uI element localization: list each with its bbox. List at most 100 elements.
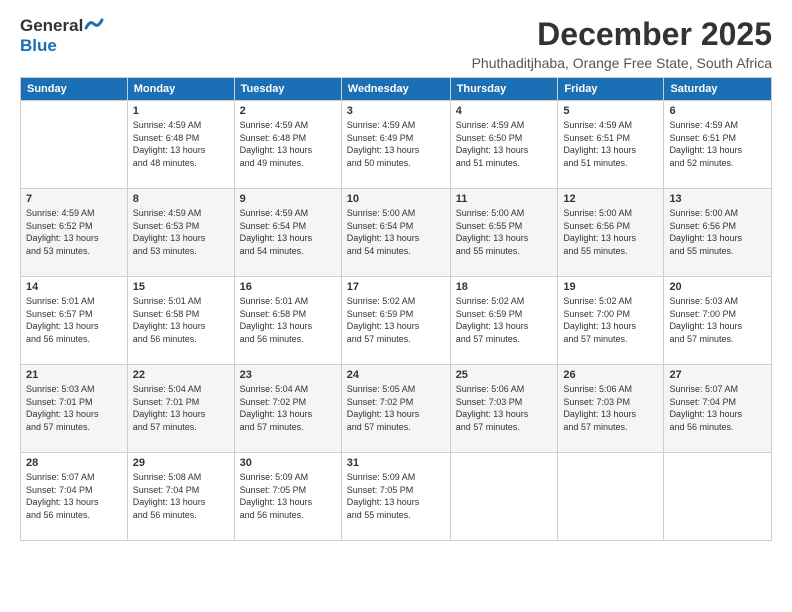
cell-content: Sunrise: 5:00 AMSunset: 6:55 PMDaylight:…	[456, 207, 553, 257]
day-number: 4	[456, 105, 553, 117]
cell-content: Sunrise: 5:07 AMSunset: 7:04 PMDaylight:…	[669, 383, 766, 433]
table-row: 21Sunrise: 5:03 AMSunset: 7:01 PMDayligh…	[21, 365, 128, 453]
table-row: 16Sunrise: 5:01 AMSunset: 6:58 PMDayligh…	[234, 277, 341, 365]
cell-content: Sunrise: 5:04 AMSunset: 7:02 PMDaylight:…	[240, 383, 336, 433]
day-number: 5	[563, 105, 658, 117]
cell-content: Sunrise: 5:03 AMSunset: 7:01 PMDaylight:…	[26, 383, 122, 433]
day-number: 13	[669, 193, 766, 205]
table-row: 17 Sunrise: 5:02 AMSunset: 6:59 PMDayligh…	[341, 277, 450, 365]
cell-content: Sunrise: 5:02 AMSunset: 6:59 PMDaylight:…	[456, 295, 553, 345]
day-number: 12	[563, 193, 658, 205]
table-row: 6 Sunrise: 4:59 AMSunset: 6:51 PMDaylight…	[664, 101, 772, 189]
day-number: 30	[240, 457, 336, 469]
day-number: 6	[669, 105, 766, 117]
cell-content: Sunrise: 5:09 AMSunset: 7:05 PMDaylight:…	[347, 471, 445, 521]
table-row: 20Sunrise: 5:03 AMSunset: 7:00 PMDayligh…	[664, 277, 772, 365]
cell-content: Sunrise: 5:08 AMSunset: 7:04 PMDaylight:…	[133, 471, 229, 521]
table-row: 13 Sunrise: 5:00 AMSunset: 6:56 PMDayligh…	[664, 189, 772, 277]
day-number: 7	[26, 193, 122, 205]
cell-content: Sunrise: 4:59 AMSunset: 6:54 PMDaylight:…	[240, 207, 336, 257]
col-sunday: Sunday	[21, 78, 128, 101]
cell-content: Sunrise: 4:59 AMSunset: 6:51 PMDaylight:…	[669, 119, 766, 169]
day-number: 16	[240, 281, 336, 293]
title-section: December 2025 Phuthaditjhaba, Orange Fre…	[472, 16, 772, 71]
cell-content: Sunrise: 4:59 AMSunset: 6:48 PMDaylight:…	[240, 119, 336, 169]
table-row: 31 Sunrise: 5:09 AMSunset: 7:05 PMDayligh…	[341, 453, 450, 541]
table-row	[664, 453, 772, 541]
table-row: 29 Sunrise: 5:08 AMSunset: 7:04 PMDayligh…	[127, 453, 234, 541]
table-row: 23 Sunrise: 5:04 AMSunset: 7:02 PMDayligh…	[234, 365, 341, 453]
table-row: 27 Sunrise: 5:07 AMSunset: 7:04 PMDayligh…	[664, 365, 772, 453]
cell-content: Sunrise: 5:07 AMSunset: 7:04 PMDaylight:…	[26, 471, 122, 521]
cell-content: Sunrise: 4:59 AMSunset: 6:48 PMDaylight:…	[133, 119, 229, 169]
cell-content: Sunrise: 5:01 AMSunset: 6:58 PMDaylight:…	[133, 295, 229, 345]
calendar-week-row: 1 Sunrise: 4:59 AMSunset: 6:48 PMDaylight…	[21, 101, 772, 189]
table-row	[450, 453, 558, 541]
table-row: 22Sunrise: 5:04 AMSunset: 7:01 PMDayligh…	[127, 365, 234, 453]
table-row: 4 Sunrise: 4:59 AMSunset: 6:50 PMDaylight…	[450, 101, 558, 189]
cell-content: Sunrise: 5:04 AMSunset: 7:01 PMDaylight:…	[133, 383, 229, 433]
day-number: 10	[347, 193, 445, 205]
logo-general-text: General	[20, 16, 83, 36]
calendar-week-row: 7 Sunrise: 4:59 AMSunset: 6:52 PMDaylight…	[21, 189, 772, 277]
day-number: 25	[456, 369, 553, 381]
day-number: 31	[347, 457, 445, 469]
cell-content: Sunrise: 5:00 AMSunset: 6:56 PMDaylight:…	[669, 207, 766, 257]
table-row: 2Sunrise: 4:59 AMSunset: 6:48 PMDaylight…	[234, 101, 341, 189]
table-row: 1 Sunrise: 4:59 AMSunset: 6:48 PMDaylight…	[127, 101, 234, 189]
table-row: 28 Sunrise: 5:07 AMSunset: 7:04 PMDayligh…	[21, 453, 128, 541]
cell-content: Sunrise: 5:03 AMSunset: 7:00 PMDaylight:…	[669, 295, 766, 345]
month-title: December 2025	[472, 16, 772, 53]
calendar-week-row: 21Sunrise: 5:03 AMSunset: 7:01 PMDayligh…	[21, 365, 772, 453]
day-number: 11	[456, 193, 553, 205]
table-row: 19Sunrise: 5:02 AMSunset: 7:00 PMDayligh…	[558, 277, 664, 365]
table-row	[21, 101, 128, 189]
cell-content: Sunrise: 5:06 AMSunset: 7:03 PMDaylight:…	[563, 383, 658, 433]
table-row: 26Sunrise: 5:06 AMSunset: 7:03 PMDayligh…	[558, 365, 664, 453]
cell-content: Sunrise: 4:59 AMSunset: 6:51 PMDaylight:…	[563, 119, 658, 169]
table-row: 14 Sunrise: 5:01 AMSunset: 6:57 PMDayligh…	[21, 277, 128, 365]
calendar-header-row: Sunday Monday Tuesday Wednesday Thursday…	[21, 78, 772, 101]
day-number: 23	[240, 369, 336, 381]
calendar-week-row: 28 Sunrise: 5:07 AMSunset: 7:04 PMDayligh…	[21, 453, 772, 541]
cell-content: Sunrise: 5:00 AMSunset: 6:56 PMDaylight:…	[563, 207, 658, 257]
table-row: 11 Sunrise: 5:00 AMSunset: 6:55 PMDayligh…	[450, 189, 558, 277]
table-row: 12 Sunrise: 5:00 AMSunset: 6:56 PMDayligh…	[558, 189, 664, 277]
cell-content: Sunrise: 5:01 AMSunset: 6:57 PMDaylight:…	[26, 295, 122, 345]
col-tuesday: Tuesday	[234, 78, 341, 101]
day-number: 15	[133, 281, 229, 293]
header-section: General Blue December 2025 Phuthaditjhab…	[20, 16, 772, 71]
calendar-table: Sunday Monday Tuesday Wednesday Thursday…	[20, 77, 772, 541]
col-wednesday: Wednesday	[341, 78, 450, 101]
table-row: 3Sunrise: 4:59 AMSunset: 6:49 PMDaylight…	[341, 101, 450, 189]
day-number: 1	[133, 105, 229, 117]
table-row: 7 Sunrise: 4:59 AMSunset: 6:52 PMDaylight…	[21, 189, 128, 277]
calendar-week-row: 14 Sunrise: 5:01 AMSunset: 6:57 PMDayligh…	[21, 277, 772, 365]
table-row: 30 Sunrise: 5:09 AMSunset: 7:05 PMDayligh…	[234, 453, 341, 541]
day-number: 17	[347, 281, 445, 293]
table-row: 5 Sunrise: 4:59 AMSunset: 6:51 PMDaylight…	[558, 101, 664, 189]
day-number: 29	[133, 457, 229, 469]
col-saturday: Saturday	[664, 78, 772, 101]
logo-blue-text: Blue	[20, 36, 57, 55]
cell-content: Sunrise: 5:00 AMSunset: 6:54 PMDaylight:…	[347, 207, 445, 257]
col-thursday: Thursday	[450, 78, 558, 101]
day-number: 28	[26, 457, 122, 469]
cell-content: Sunrise: 4:59 AMSunset: 6:52 PMDaylight:…	[26, 207, 122, 257]
day-number: 19	[563, 281, 658, 293]
page: General Blue December 2025 Phuthaditjhab…	[0, 0, 792, 612]
day-number: 18	[456, 281, 553, 293]
cell-content: Sunrise: 4:59 AMSunset: 6:49 PMDaylight:…	[347, 119, 445, 169]
logo-wave-icon	[84, 16, 106, 32]
table-row: 10 Sunrise: 5:00 AMSunset: 6:54 PMDayligh…	[341, 189, 450, 277]
table-row: 8Sunrise: 4:59 AMSunset: 6:53 PMDaylight…	[127, 189, 234, 277]
cell-content: Sunrise: 4:59 AMSunset: 6:50 PMDaylight:…	[456, 119, 553, 169]
cell-content: Sunrise: 5:02 AMSunset: 6:59 PMDaylight:…	[347, 295, 445, 345]
cell-content: Sunrise: 5:09 AMSunset: 7:05 PMDaylight:…	[240, 471, 336, 521]
day-number: 9	[240, 193, 336, 205]
table-row: 18 Sunrise: 5:02 AMSunset: 6:59 PMDayligh…	[450, 277, 558, 365]
day-number: 27	[669, 369, 766, 381]
day-number: 14	[26, 281, 122, 293]
col-friday: Friday	[558, 78, 664, 101]
table-row: 25Sunrise: 5:06 AMSunset: 7:03 PMDayligh…	[450, 365, 558, 453]
